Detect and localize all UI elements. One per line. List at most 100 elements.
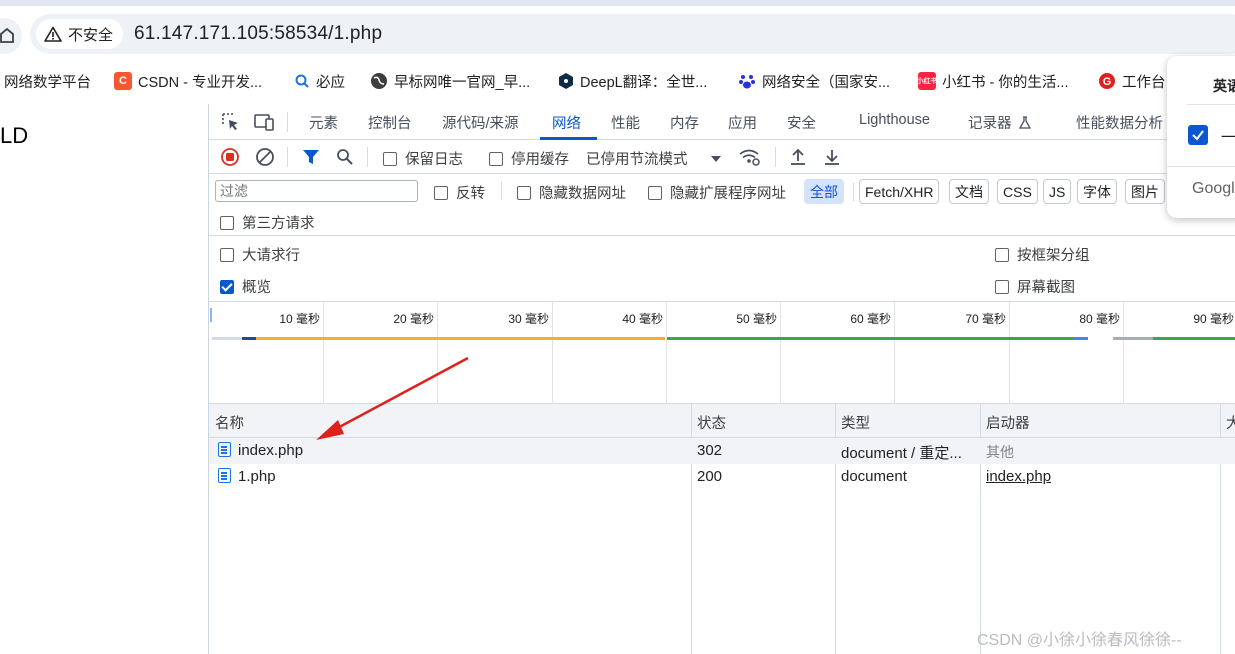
bookmark-label: 网络安全（国家安... [762,74,891,91]
divider [287,147,288,167]
bookmark-label: CSDN - 专业开发... [138,74,263,91]
group-by-frame-label: 按框架分组 [1017,248,1090,264]
tab-elements[interactable]: 元素 [309,112,338,133]
column-header-size[interactable]: 大 [1226,412,1235,433]
type-filter-doc[interactable]: 文档 [949,179,989,204]
checkbox-box[interactable] [517,185,531,200]
checkbox-box[interactable] [995,247,1009,262]
url-text[interactable]: 61.147.171.105:58534/1.php [134,23,382,45]
disable-cache-checkbox[interactable]: 停用缓存 [489,148,569,169]
export-har-button[interactable] [821,146,843,168]
table-row[interactable]: 1.php 200 document index.php [209,464,1235,490]
tab-performance-insights[interactable]: 性能数据分析 [1076,112,1163,133]
initiator-link[interactable]: index.php [986,468,1051,485]
divider [501,182,502,200]
column-header-name[interactable]: 名称 [215,412,244,433]
tab-recorder[interactable]: 记录器 [968,112,1031,133]
record-button[interactable] [219,146,241,168]
third-party-checkbox[interactable]: 第三方请求 [220,212,315,233]
overview-label: 概览 [242,280,271,296]
tab-performance[interactable]: 性能 [611,112,640,133]
tab-lighthouse[interactable]: Lighthouse [859,112,930,128]
bookmark-item[interactable]: 必应 [294,70,345,92]
type-filter-font[interactable]: 字体 [1077,179,1117,204]
annotation-arrow [316,356,469,440]
checkbox-box-checked[interactable] [220,279,234,294]
document-icon [218,468,231,483]
xiaohongshu-icon: 小红书 [917,72,938,90]
type-filter-fetch-xhr[interactable]: Fetch/XHR [859,179,940,204]
device-toggle-icon [254,114,274,131]
hide-extension-urls-checkbox[interactable]: 隐藏扩展程序网址 [648,182,786,203]
tab-network[interactable]: 网络 [552,112,581,133]
column-header-initiator[interactable]: 启动器 [986,412,1030,433]
bookmark-item[interactable]: C CSDN - 专业开发... [114,70,262,92]
invert-checkbox[interactable]: 反转 [434,182,485,203]
tick-line [780,302,781,404]
bookmark-item[interactable]: DeepL翻译：全世... [558,70,707,92]
throttling-select[interactable]: 已停用节流模式 [586,148,722,169]
tab-console[interactable]: 控制台 [368,112,412,133]
screenshots-checkbox[interactable]: 屏幕截图 [995,276,1075,297]
bookmark-item[interactable]: 网络数学平台 [4,70,91,92]
checkbox-box[interactable] [489,151,503,166]
security-chip[interactable]: 不安全 [36,19,124,49]
tick-label: 90 毫秒 [1193,312,1234,326]
popup-item-label: 一 [1221,129,1235,146]
hide-data-urls-label: 隐藏数据网址 [539,186,626,202]
timeline-handle[interactable] [210,308,212,322]
tab-security[interactable]: 安全 [787,112,816,133]
big-request-rows-checkbox[interactable]: 大请求行 [220,244,300,265]
checkbox-box[interactable] [434,185,448,200]
initiator-cell: 其他 [986,444,1014,460]
type-filter-css[interactable]: CSS [997,179,1038,204]
bookmark-item[interactable]: 小红书 小红书 - 你的生活... [917,70,1069,92]
big-rows-label: 大请求行 [242,248,300,264]
home-button[interactable] [0,18,22,54]
request-name-cell[interactable]: index.php [218,442,303,459]
overview-checkbox[interactable]: 概览 [220,276,271,297]
preserve-log-checkbox[interactable]: 保留日志 [383,148,463,169]
column-header-type[interactable]: 类型 [841,412,870,433]
import-har-button[interactable] [787,146,809,168]
checkbox-box[interactable] [220,215,234,230]
check-icon [1192,130,1204,141]
search-button[interactable] [334,146,356,168]
device-toolbar-button[interactable] [253,111,275,133]
request-name-cell[interactable]: 1.php [218,468,276,485]
search-icon [337,149,353,165]
omnibox[interactable]: 不安全 61.147.171.105:58534/1.php [30,14,1235,54]
filter-input[interactable] [215,180,418,202]
address-bar-row: 不安全 61.147.171.105:58534/1.php [0,6,1235,62]
tick-label: 70 毫秒 [965,312,1006,326]
clear-button[interactable] [254,146,276,168]
checkbox-box[interactable] [995,279,1009,294]
tab-application[interactable]: 应用 [728,112,757,133]
third-party-row: 第三方请求 [209,206,1235,236]
network-conditions-button[interactable] [739,146,761,168]
type-filter-js[interactable]: JS [1043,179,1072,204]
bookmark-item[interactable]: G 工作台 [1098,70,1166,92]
translate-popup: 英语 一 Googl [1167,56,1235,218]
bookmark-label: 小红书 - 你的生活... [942,74,1069,91]
tab-memory[interactable]: 内存 [670,112,699,133]
checkbox-checked[interactable] [1188,125,1208,145]
tick-label: 30 毫秒 [508,312,549,326]
bookmark-item[interactable]: 早标网唯一官网_早... [370,70,530,92]
checkbox-box[interactable] [220,247,234,262]
group-by-frame-checkbox[interactable]: 按框架分组 [995,244,1090,265]
page-body-text: LD [0,123,29,148]
inspect-element-button[interactable] [220,111,242,133]
hide-data-urls-checkbox[interactable]: 隐藏数据网址 [517,182,626,203]
bookmark-item[interactable]: 网络安全（国家安... [738,70,890,92]
type-filter-all[interactable]: 全部 [804,179,844,204]
divider [367,147,368,167]
upload-icon [791,148,805,165]
column-header-status[interactable]: 状态 [697,412,726,433]
tab-recorder-label: 记录器 [968,116,1012,132]
checkbox-box[interactable] [383,151,397,166]
type-filter-img[interactable]: 图片 [1125,179,1165,204]
tab-sources[interactable]: 源代码/来源 [442,112,519,133]
checkbox-box[interactable] [648,185,662,200]
filter-toggle-button[interactable] [300,146,322,168]
